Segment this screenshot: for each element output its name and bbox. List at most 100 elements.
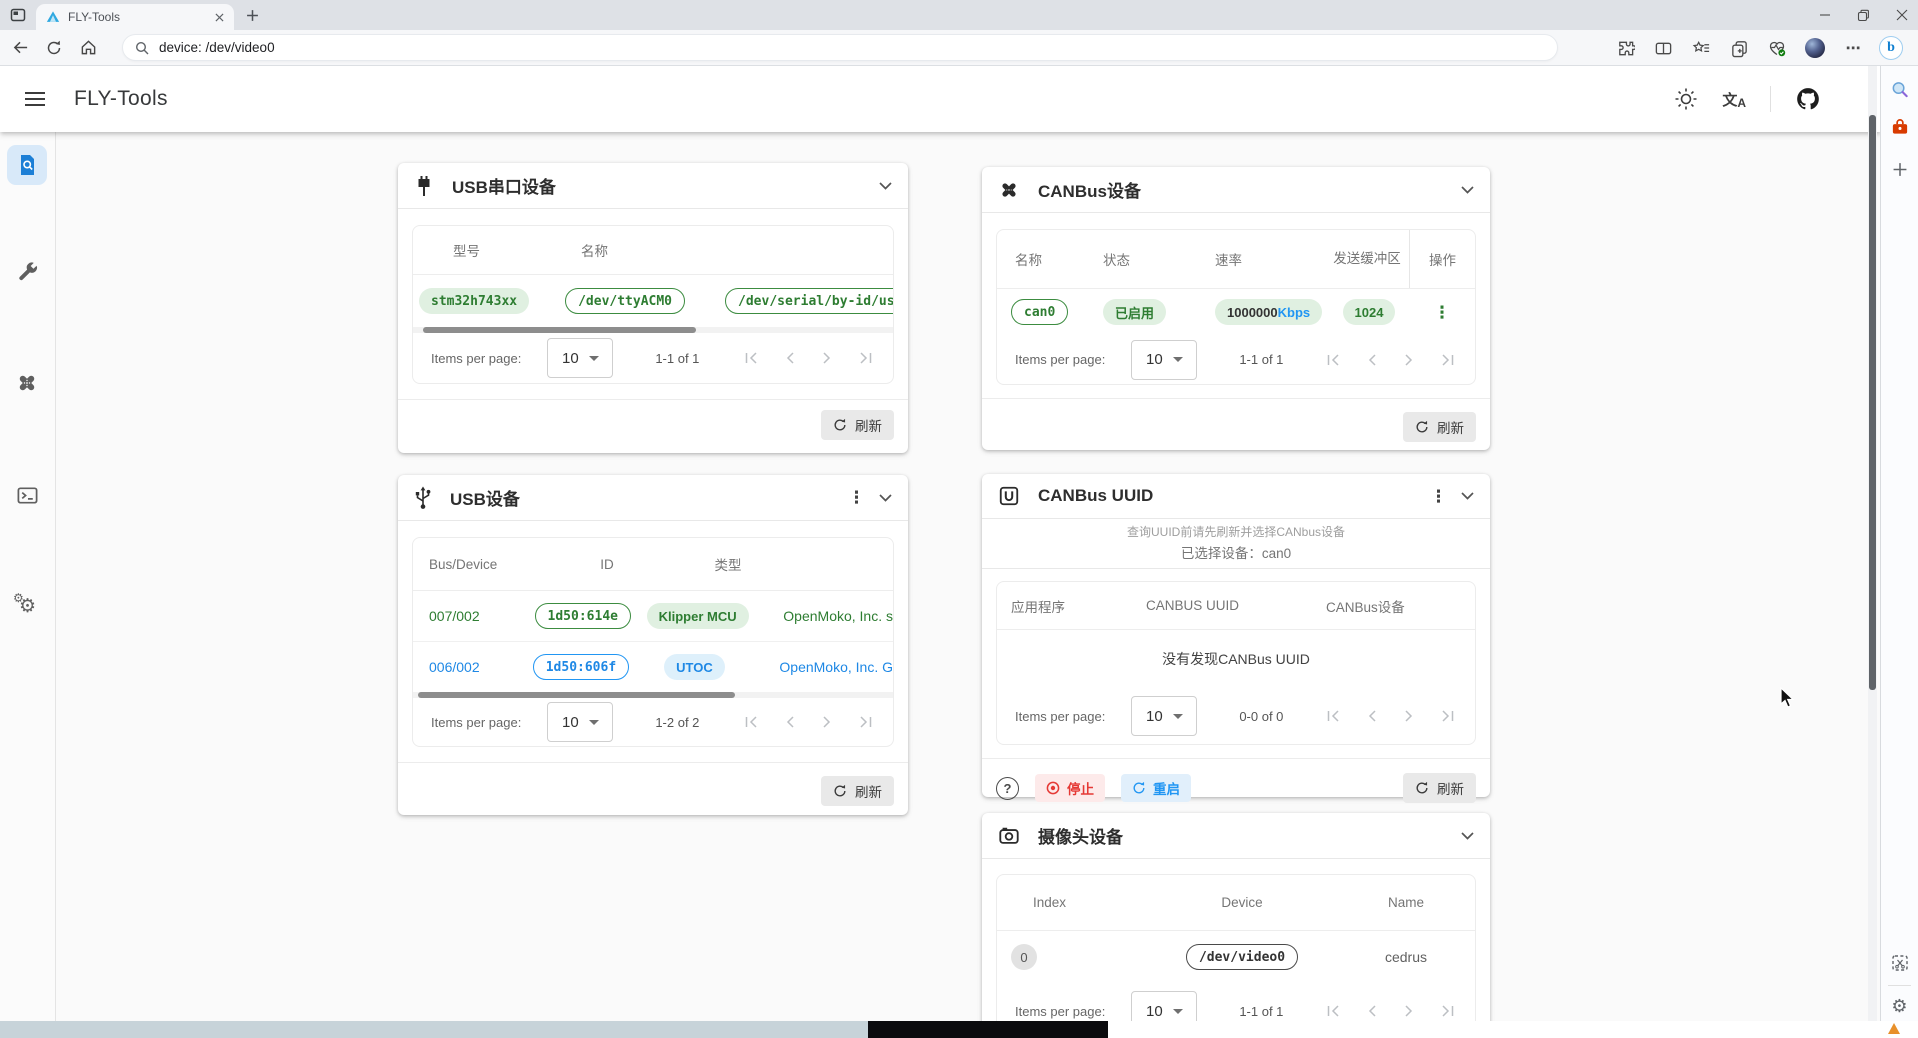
sidebar-settings-gear-icon[interactable]: ⚙ bbox=[1891, 996, 1907, 1017]
refresh-icon bbox=[833, 784, 847, 798]
tab-workspaces-icon[interactable] bbox=[10, 7, 26, 23]
help-icon[interactable]: ? bbox=[996, 777, 1019, 800]
scrollbar-thumb[interactable] bbox=[1869, 115, 1876, 690]
last-page-icon[interactable] bbox=[1441, 1005, 1455, 1017]
github-icon[interactable] bbox=[1795, 86, 1821, 112]
prev-page-icon[interactable] bbox=[785, 716, 795, 728]
col-header-rate: 速率 bbox=[1215, 249, 1325, 269]
card-title: USB设备 bbox=[450, 485, 520, 510]
strip-segment bbox=[868, 1021, 1108, 1038]
favicon bbox=[46, 10, 60, 24]
home-icon[interactable] bbox=[76, 36, 100, 60]
profile-avatar[interactable] bbox=[1803, 36, 1827, 60]
favorites-icon[interactable] bbox=[1689, 36, 1713, 60]
first-page-icon[interactable] bbox=[744, 716, 758, 728]
bing-copilot-icon[interactable]: b bbox=[1879, 36, 1903, 60]
first-page-icon[interactable] bbox=[1326, 1005, 1340, 1017]
restart-button[interactable]: 重启 bbox=[1121, 774, 1191, 802]
first-page-icon[interactable] bbox=[1326, 354, 1340, 366]
last-page-icon[interactable] bbox=[859, 716, 873, 728]
items-per-page-label: Items per page: bbox=[1015, 709, 1105, 724]
pagination-nav bbox=[1326, 1005, 1461, 1017]
extensions-icon[interactable] bbox=[1613, 36, 1637, 60]
address-bar[interactable]: device: /dev/video0 bbox=[122, 34, 1558, 61]
split-screen-icon[interactable] bbox=[1651, 36, 1675, 60]
page-size-select[interactable]: 10 bbox=[547, 338, 613, 378]
theme-toggle-icon[interactable] bbox=[1674, 87, 1698, 111]
translate-icon[interactable]: 文A bbox=[1722, 89, 1746, 110]
rail-item-settings[interactable]: ⚙⚙ bbox=[7, 587, 47, 627]
next-page-icon[interactable] bbox=[822, 716, 832, 728]
sidebar-screenshot-icon[interactable] bbox=[1891, 954, 1909, 972]
camera-name: cedrus bbox=[1337, 949, 1475, 965]
chevron-down-icon[interactable] bbox=[879, 494, 892, 502]
minimize-button[interactable] bbox=[1819, 9, 1831, 21]
last-page-icon[interactable] bbox=[1441, 710, 1455, 722]
usb-row: 006/002 1d50:606f UTOC OpenMoko, Inc. G bbox=[413, 641, 893, 692]
col-header-buffer: 发送缓冲区 bbox=[1325, 250, 1409, 268]
rail-item-canbus[interactable] bbox=[7, 363, 47, 403]
new-tab-icon[interactable] bbox=[246, 9, 259, 22]
camera-card-header[interactable]: 摄像头设备 bbox=[982, 813, 1490, 859]
collections-icon[interactable] bbox=[1727, 36, 1751, 60]
stop-button[interactable]: 停止 bbox=[1035, 774, 1105, 802]
card-kebab-icon[interactable]: ⋮ bbox=[1416, 488, 1461, 505]
refresh-button[interactable]: 刷新 bbox=[1403, 412, 1476, 442]
rail-item-device-query[interactable] bbox=[7, 145, 47, 185]
next-page-icon[interactable] bbox=[1404, 1005, 1414, 1017]
refresh-button[interactable]: 刷新 bbox=[821, 776, 894, 806]
chevron-down-icon[interactable] bbox=[1461, 492, 1474, 500]
pagination-nav bbox=[1326, 354, 1461, 366]
back-icon[interactable] bbox=[8, 36, 32, 60]
prev-page-icon[interactable] bbox=[1367, 1005, 1377, 1017]
page-size-select[interactable]: 10 bbox=[547, 702, 613, 742]
refresh-button[interactable]: 刷新 bbox=[1403, 773, 1476, 803]
url-text[interactable]: device: /dev/video0 bbox=[159, 40, 275, 55]
settings-more-icon[interactable]: ⋯ bbox=[1841, 36, 1865, 60]
menu-hamburger-icon[interactable] bbox=[24, 91, 46, 107]
card-kebab-icon[interactable]: ⋮ bbox=[834, 489, 879, 506]
rail-item-tools[interactable] bbox=[7, 251, 47, 291]
tab-close-icon[interactable] bbox=[215, 13, 224, 22]
sidebar-search-icon[interactable] bbox=[1890, 80, 1909, 99]
chevron-down-icon[interactable] bbox=[1461, 186, 1474, 194]
horizontal-scrollbar[interactable] bbox=[413, 692, 893, 698]
prev-page-icon[interactable] bbox=[1367, 354, 1377, 366]
col-header-app: 应用程序 bbox=[997, 596, 1146, 616]
refresh-icon[interactable] bbox=[42, 36, 66, 60]
page-size-select[interactable]: 10 bbox=[1131, 340, 1197, 380]
pagination-nav bbox=[744, 716, 879, 728]
camera-row: 0 /dev/video0 cedrus bbox=[997, 931, 1475, 983]
next-page-icon[interactable] bbox=[822, 352, 832, 364]
page-scrollbar[interactable] bbox=[1868, 66, 1877, 1038]
chevron-down-icon[interactable] bbox=[1461, 832, 1474, 840]
last-page-icon[interactable] bbox=[859, 352, 873, 364]
prev-page-icon[interactable] bbox=[1367, 710, 1377, 722]
bus-device: 007/002 bbox=[413, 608, 530, 624]
canbus-card-header[interactable]: CANBus设备 bbox=[982, 167, 1490, 213]
next-page-icon[interactable] bbox=[1404, 354, 1414, 366]
first-page-icon[interactable] bbox=[744, 352, 758, 364]
refresh-button[interactable]: 刷新 bbox=[821, 410, 894, 440]
next-page-icon[interactable] bbox=[1404, 710, 1414, 722]
chevron-down-icon[interactable] bbox=[879, 182, 892, 190]
close-button[interactable] bbox=[1896, 9, 1908, 21]
restore-button[interactable] bbox=[1857, 9, 1870, 22]
page-size-select[interactable]: 10 bbox=[1131, 696, 1197, 736]
sidebar-shopping-icon[interactable] bbox=[1890, 118, 1909, 137]
browser-essentials-icon[interactable] bbox=[1765, 36, 1789, 60]
canbus-uuid-card-header[interactable]: CANBus UUID ⋮ bbox=[982, 474, 1490, 519]
last-page-icon[interactable] bbox=[1441, 354, 1455, 366]
usb-serial-card-header[interactable]: USB串口设备 bbox=[398, 163, 908, 209]
row-actions-kebab-icon[interactable]: ⋮ bbox=[1420, 304, 1465, 321]
canbus-uuid-table: 应用程序 CANBUS UUID CANBus设备 没有发现CANBus UUI… bbox=[996, 581, 1476, 745]
wrench-icon bbox=[16, 260, 39, 283]
browser-tab[interactable]: FLY-Tools bbox=[36, 4, 234, 30]
usb-card-header[interactable]: USB设备 ⋮ bbox=[398, 475, 908, 521]
horizontal-scrollbar[interactable] bbox=[413, 327, 893, 333]
usb-serial-card: USB串口设备 型号 名称 stm32h743xx /dev/ttyACM0 /… bbox=[398, 163, 908, 453]
sidebar-add-icon[interactable] bbox=[1892, 162, 1907, 177]
prev-page-icon[interactable] bbox=[785, 352, 795, 364]
rail-item-terminal[interactable] bbox=[7, 475, 47, 515]
first-page-icon[interactable] bbox=[1326, 710, 1340, 722]
